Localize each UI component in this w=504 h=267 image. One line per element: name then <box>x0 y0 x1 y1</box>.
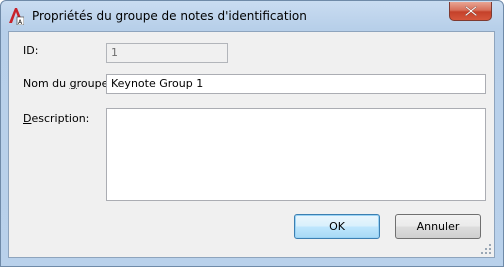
title-bar[interactable]: A Propriétés du groupe de notes d'identi… <box>1 1 503 31</box>
dialog-window: A Propriétés du groupe de notes d'identi… <box>0 0 504 267</box>
ok-button[interactable]: OK <box>294 214 380 239</box>
window-title: Propriétés du groupe de notes d'identifi… <box>32 9 307 23</box>
cancel-button[interactable]: Annuler <box>395 214 481 239</box>
id-field: 1 <box>106 43 228 63</box>
group-name-field[interactable]: Keynote Group 1 <box>106 74 486 94</box>
group-name-label: Nom du groupe: <box>23 77 112 90</box>
id-label: ID: <box>23 44 39 57</box>
close-button[interactable] <box>449 2 492 21</box>
description-label: Description: <box>23 112 89 125</box>
dialog-body: ID: 1 Nom du groupe: Keynote Group 1 Des… <box>8 31 495 258</box>
description-label-suffix: escription: <box>31 112 90 125</box>
description-field[interactable] <box>106 108 486 201</box>
autocad-app-icon[interactable]: A <box>8 7 25 26</box>
close-icon <box>465 6 477 16</box>
resize-grip-icon[interactable] <box>481 244 492 255</box>
group-name-label-accelerator: g <box>69 77 77 90</box>
group-name-label-prefix: Nom du <box>23 77 70 90</box>
